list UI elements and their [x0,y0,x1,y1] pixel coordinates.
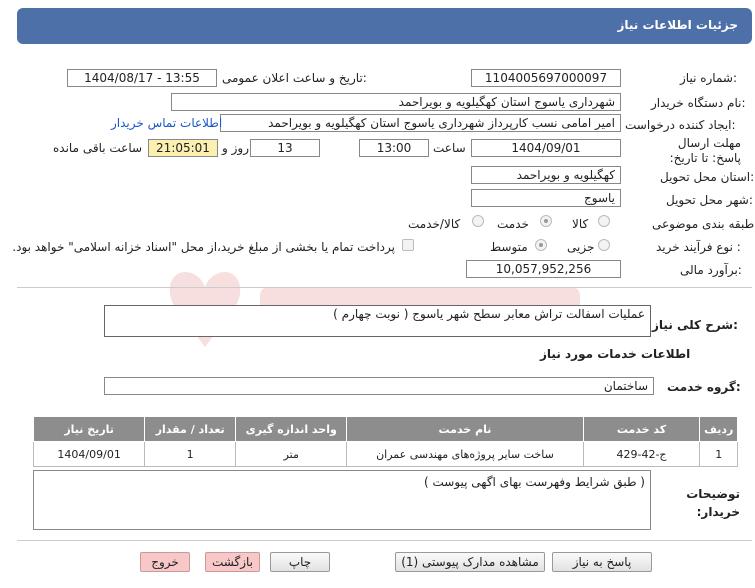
print-button[interactable]: چاپ [270,552,330,572]
city-field: یاسوج [471,189,621,207]
announce-label: تاریخ و ساعت اعلان عمومی: [222,71,367,85]
category-option-service: خدمت [497,217,529,231]
buyer-notes-textarea[interactable]: ( طبق شرایط وفهرست بهای اگهی پیوست ) [33,470,651,530]
category-goods-radio[interactable] [598,215,610,227]
services-table: تاریخ نیاز تعداد / مقدار واحد اندازه گیر… [32,416,738,467]
deadline-date-field: 1404/09/01 [471,139,621,157]
purchase-option-small: جزیی [567,240,595,254]
remaining-label: ساعت باقی مانده [53,141,143,155]
purchase-type-label: نوع فرآیند خرید : [656,240,741,254]
exit-button[interactable]: خروج [140,552,190,572]
remaining-time-field: 21:05:01 [148,139,218,157]
city-label: شهر محل تحویل: [666,193,753,207]
buyer-contact-link[interactable]: اطلاعات تماس خریدار [111,116,222,130]
buyer-org-field: شهرداری یاسوج استان کهگیلویه و بویراحمد [171,93,621,111]
need-number-label: شماره نیاز: [680,71,738,85]
need-number-field: 1104005697000097 [471,69,621,87]
header-bar: جزئیات اطلاعات نیاز [17,8,752,44]
category-service-radio[interactable] [540,215,552,227]
col-service-name: نام خدمت [346,416,584,442]
deadline-label: مهلت ارسال پاسخ: تا تاریخ: [669,136,741,165]
category-option-goods: کالا [572,217,589,231]
cell-service-name: ساخت سایر پروژه‌های مهندسی عمران [346,441,584,467]
purchase-medium-radio[interactable] [535,239,547,251]
table-row: 1404/09/01 1 متر ساخت سایر پروژه‌های مهن… [32,441,738,467]
buyer-notes-label: توضیحات خریدار: [686,487,740,519]
deadline-time-field: 13:00 [359,139,429,157]
divider [17,540,752,541]
summary-label: شرح کلی نیاز: [652,318,738,332]
creator-field: امیر امامی نسب کارپرداز شهرداری یاسوج اس… [220,114,621,132]
services-section-title: اطلاعات خدمات مورد نیاز [540,347,691,361]
cell-service-code: ج-42-429 [582,441,701,467]
category-both-radio[interactable] [472,215,484,227]
col-row: ردیف [699,416,738,442]
col-unit: واحد اندازه گیری [235,416,348,442]
estimate-field: 10,057,952,256 [466,260,621,278]
cell-quantity: 1 [144,441,237,467]
creator-label: ایجاد کننده درخواست: [625,118,736,132]
announce-field: 1404/08/17 - 13:55 [67,69,217,87]
col-service-code: کد خدمت [582,416,701,442]
summary-textarea[interactable]: عملیات اسفالت تراش معابر سطح شهر یاسوج (… [104,305,651,337]
category-label: طبقه بندی موضوعی: [652,217,755,231]
province-field: کهگیلویه و بویراحمد [471,166,621,184]
service-group-label: گروه خدمت: [667,380,741,394]
time-label: ساعت [433,141,466,155]
col-quantity: تعداد / مقدار [144,416,237,442]
service-group-field: ساختمان [104,377,654,395]
purchase-small-radio[interactable] [598,239,610,251]
province-label: استان محل تحویل: [660,170,755,184]
purchase-option-medium: متوسط [490,240,528,254]
treasury-payment-checkbox[interactable] [402,239,414,251]
divider [17,287,752,288]
view-attachments-button[interactable]: مشاهده مدارک پیوستی (1) [395,552,545,572]
estimate-label: برآورد مالی: [680,263,742,277]
category-option-both: کالا/خدمت [408,217,461,231]
page-title: جزئیات اطلاعات نیاز [617,18,738,32]
cell-unit: متر [235,441,348,467]
reply-button[interactable]: پاسخ به نیاز [552,552,652,572]
buyer-org-label: نام دستگاه خریدار: [651,96,746,110]
back-button[interactable]: بازگشت [205,552,260,572]
treasury-payment-note: پرداخت تمام یا بخشی از مبلغ خرید،از محل … [12,240,395,254]
days-label: روز و [222,141,249,155]
cell-need-date: 1404/09/01 [32,441,146,467]
cell-row: 1 [699,441,738,467]
days-field: 13 [250,139,320,157]
col-need-date: تاریخ نیاز [32,416,146,442]
